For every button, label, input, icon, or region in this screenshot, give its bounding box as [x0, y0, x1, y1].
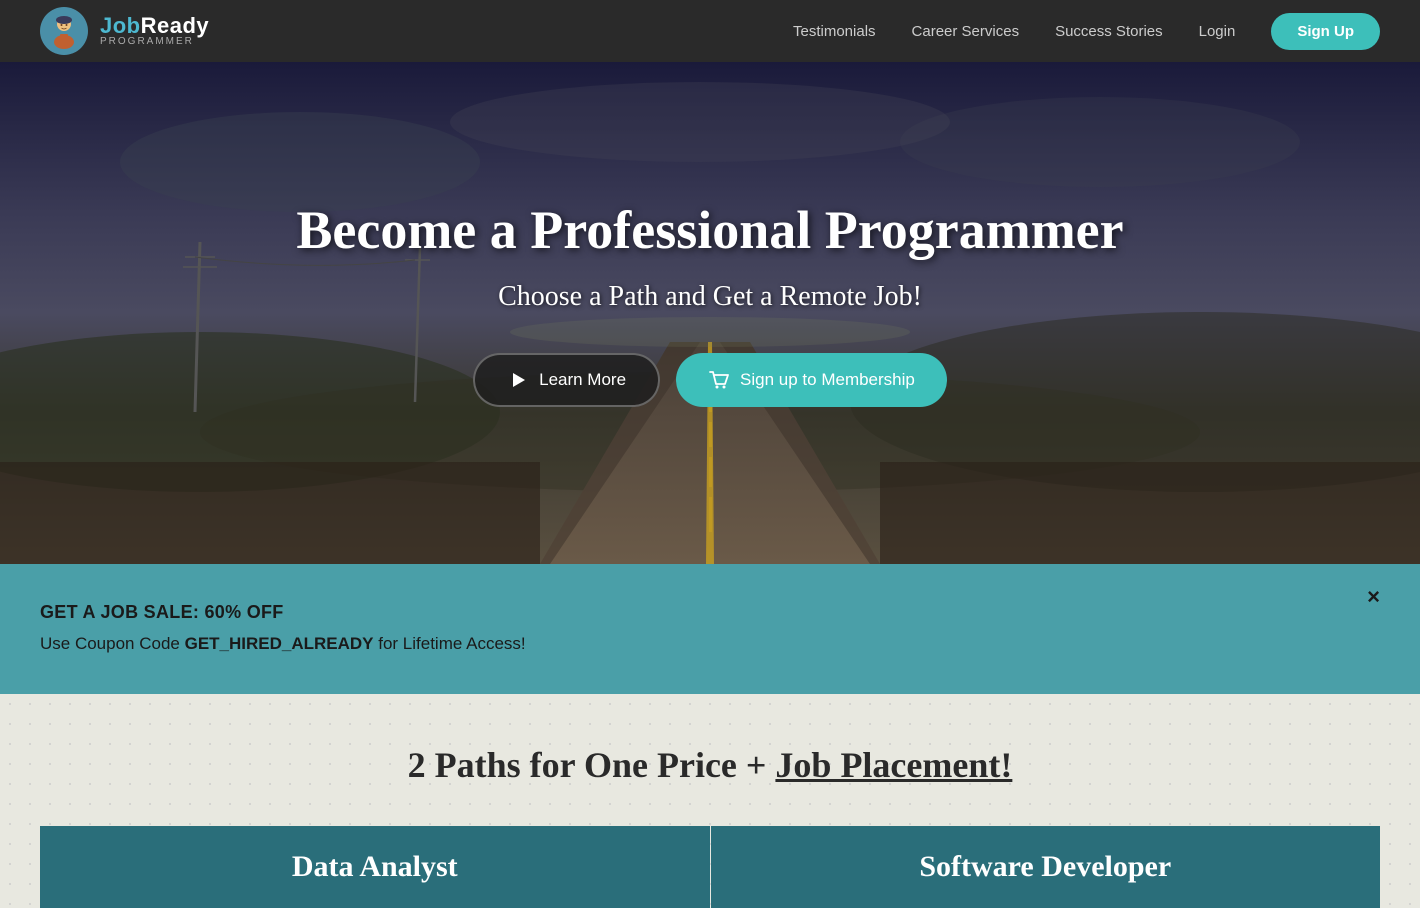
promo-banner: GET A JOB SALE: 60% OFF Use Coupon Code … — [0, 564, 1420, 694]
nav-login[interactable]: Login — [1199, 23, 1236, 40]
signup-membership-label: Sign up to Membership — [740, 370, 915, 390]
path-card-software-developer-title: Software Developer — [919, 850, 1171, 883]
logo-ready: Ready — [141, 13, 210, 38]
nav-career-services[interactable]: Career Services — [912, 23, 1020, 40]
logo-subtitle: PROGRAMMER — [100, 37, 209, 47]
nav-signup-button[interactable]: Sign Up — [1271, 13, 1380, 50]
learn-more-label: Learn More — [539, 370, 626, 390]
cart-icon — [708, 369, 730, 391]
path-card-data-analyst-title: Data Analyst — [292, 850, 458, 883]
path-card-software-developer[interactable]: Software Developer — [711, 826, 1381, 908]
navbar: JobReady PROGRAMMER Testimonials Career … — [0, 0, 1420, 62]
hero-subtitle: Choose a Path and Get a Remote Job! — [498, 281, 922, 313]
paths-cards: Data Analyst Software Developer — [40, 826, 1380, 908]
logo-avatar — [40, 7, 88, 55]
promo-title: GET A JOB SALE: 60% OFF — [40, 602, 526, 623]
logo-brand: JobReady — [100, 15, 209, 37]
nav-testimonials[interactable]: Testimonials — [793, 23, 876, 40]
logo-job: Job — [100, 13, 141, 38]
hero-title: Become a Professional Programmer — [296, 199, 1123, 261]
promo-content: GET A JOB SALE: 60% OFF Use Coupon Code … — [40, 602, 526, 657]
paths-section: 2 Paths for One Price + Job Placement! D… — [0, 694, 1420, 908]
play-icon — [507, 369, 529, 391]
learn-more-button[interactable]: Learn More — [473, 353, 660, 407]
nav-success-stories[interactable]: Success Stories — [1055, 23, 1163, 40]
promo-coupon-code: GET_HIRED_ALREADY — [185, 634, 374, 653]
path-card-data-analyst[interactable]: Data Analyst — [40, 826, 710, 908]
paths-title-highlight: Job Placement! — [775, 745, 1012, 785]
promo-text: Use Coupon Code GET_HIRED_ALREADY for Li… — [40, 631, 526, 657]
logo-text: JobReady PROGRAMMER — [100, 15, 209, 47]
navbar-links: Testimonials Career Services Success Sto… — [793, 13, 1380, 50]
paths-title-prefix: 2 Paths for One Price + — [408, 745, 776, 785]
navbar-logo-group: JobReady PROGRAMMER — [40, 7, 209, 55]
hero-buttons: Learn More Sign up to Membership — [473, 353, 947, 407]
promo-text-suffix: for Lifetime Access! — [374, 634, 526, 653]
promo-text-prefix: Use Coupon Code — [40, 634, 185, 653]
signup-membership-button[interactable]: Sign up to Membership — [676, 353, 947, 407]
promo-close-button[interactable]: × — [1367, 584, 1380, 610]
hero-section: Become a Professional Programmer Choose … — [0, 62, 1420, 564]
hero-content: Become a Professional Programmer Choose … — [296, 199, 1123, 407]
